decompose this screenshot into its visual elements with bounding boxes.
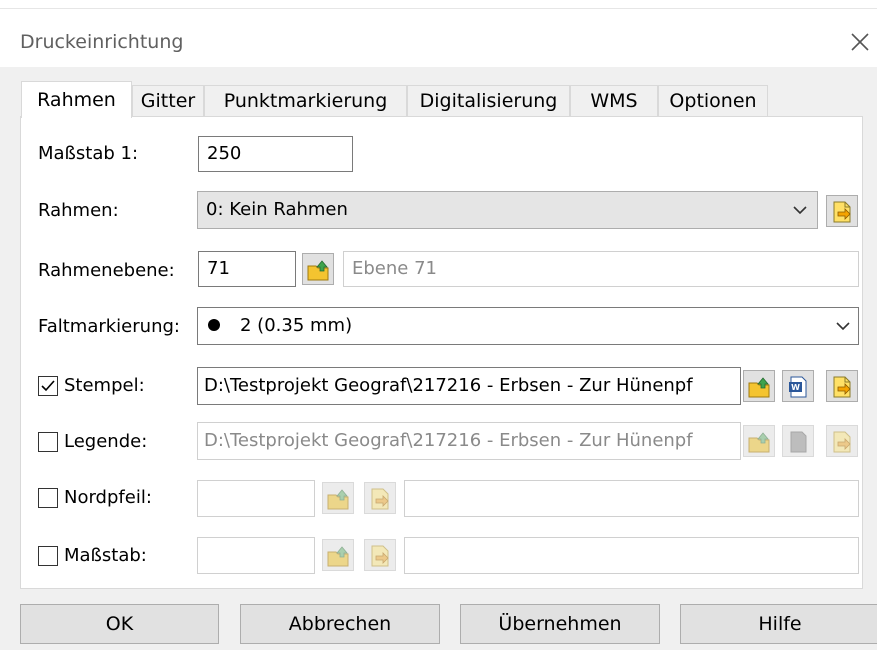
folder-open-icon [748, 432, 770, 453]
checkmark-icon [41, 380, 55, 392]
legende-browse-button[interactable] [743, 425, 775, 457]
massstab-bar-edit-button[interactable] [364, 539, 396, 571]
faltmarkierung-label: Faltmarkierung: [38, 316, 180, 337]
rahmen-label: Rahmen: [38, 200, 119, 221]
tab-rahmen[interactable]: Rahmen [21, 81, 132, 118]
bullet-icon [208, 319, 220, 331]
nordpfeil-label: Nordpfeil: [64, 487, 152, 508]
page-arrow-icon [371, 488, 389, 510]
tab-punktmarkierung[interactable]: Punktmarkierung [204, 85, 407, 116]
ok-button[interactable]: OK [20, 604, 219, 644]
legende-edit-button[interactable] [826, 425, 858, 457]
rahmen-select[interactable]: 0: Kein Rahmen [197, 191, 818, 229]
folder-open-icon [307, 260, 329, 281]
stempel-path-input[interactable]: D:\Testprojekt Geograf\217216 - Erbsen -… [197, 367, 741, 405]
legende-checkbox[interactable] [38, 432, 58, 452]
page-arrow-icon [833, 376, 851, 398]
page-arrow-icon [833, 201, 851, 223]
stempel-word-button[interactable]: W [782, 370, 814, 402]
massstab-bar-label: Maßstab: [64, 545, 147, 566]
cancel-button[interactable]: Abbrechen [240, 604, 440, 644]
page-arrow-icon [371, 545, 389, 567]
legende-path-input[interactable]: D:\Testprojekt Geograf\217216 - Erbsen -… [197, 422, 741, 460]
massstab-bar-name-field [404, 537, 859, 574]
nordpfeil-input[interactable] [197, 480, 315, 517]
rahmen-value: 0: Kein Rahmen [206, 199, 348, 220]
nordpfeil-name-field [404, 480, 859, 517]
tab-panel-rahmen [20, 116, 863, 589]
massstab-bar-input[interactable] [197, 537, 315, 574]
faltmarkierung-value: 2 (0.35 mm) [240, 315, 353, 336]
rahmenebene-label: Rahmenebene: [38, 260, 175, 281]
chevron-down-icon [793, 206, 807, 215]
tab-optionen[interactable]: Optionen [658, 85, 768, 116]
nordpfeil-checkbox[interactable] [38, 488, 58, 508]
rahmen-edit-button[interactable] [826, 195, 858, 227]
svg-text:W: W [791, 383, 800, 392]
stempel-browse-button[interactable] [743, 370, 775, 402]
nordpfeil-edit-button[interactable] [364, 482, 396, 514]
rahmenebene-browse-button[interactable] [302, 253, 334, 285]
massstab-bar-browse-button[interactable] [322, 539, 354, 571]
page-arrow-icon [833, 431, 851, 453]
chevron-down-icon [836, 322, 850, 331]
rahmenebene-input[interactable]: 71 [198, 251, 296, 287]
tab-wms[interactable]: WMS [570, 85, 658, 116]
legende-label: Legende: [64, 431, 148, 452]
legende-word-button[interactable] [782, 425, 814, 457]
document-icon [790, 431, 807, 453]
title-bar: Druckeinrichtung [0, 9, 877, 67]
nordpfeil-browse-button[interactable] [322, 482, 354, 514]
top-edge [0, 0, 877, 9]
window-title: Druckeinrichtung [20, 31, 184, 53]
folder-open-icon [748, 377, 770, 398]
massstab-label: Maßstab 1: [38, 143, 139, 164]
folder-open-icon [327, 546, 349, 567]
close-icon[interactable] [847, 29, 873, 55]
faltmarkierung-select[interactable]: 2 (0.35 mm) [197, 307, 859, 345]
rahmenebene-name-field: Ebene 71 [343, 251, 859, 287]
tab-digitalisierung[interactable]: Digitalisierung [407, 85, 570, 116]
word-document-icon: W [789, 376, 807, 398]
stempel-checkbox[interactable] [38, 376, 58, 396]
tab-gitter[interactable]: Gitter [132, 85, 204, 116]
massstab-input[interactable]: 250 [198, 136, 353, 172]
stempel-edit-button[interactable] [826, 370, 858, 402]
apply-button[interactable]: Übernehmen [460, 604, 660, 644]
stempel-label: Stempel: [64, 375, 145, 396]
help-button[interactable]: Hilfe [680, 604, 877, 644]
massstab-bar-checkbox[interactable] [38, 546, 58, 566]
folder-open-icon [327, 489, 349, 510]
